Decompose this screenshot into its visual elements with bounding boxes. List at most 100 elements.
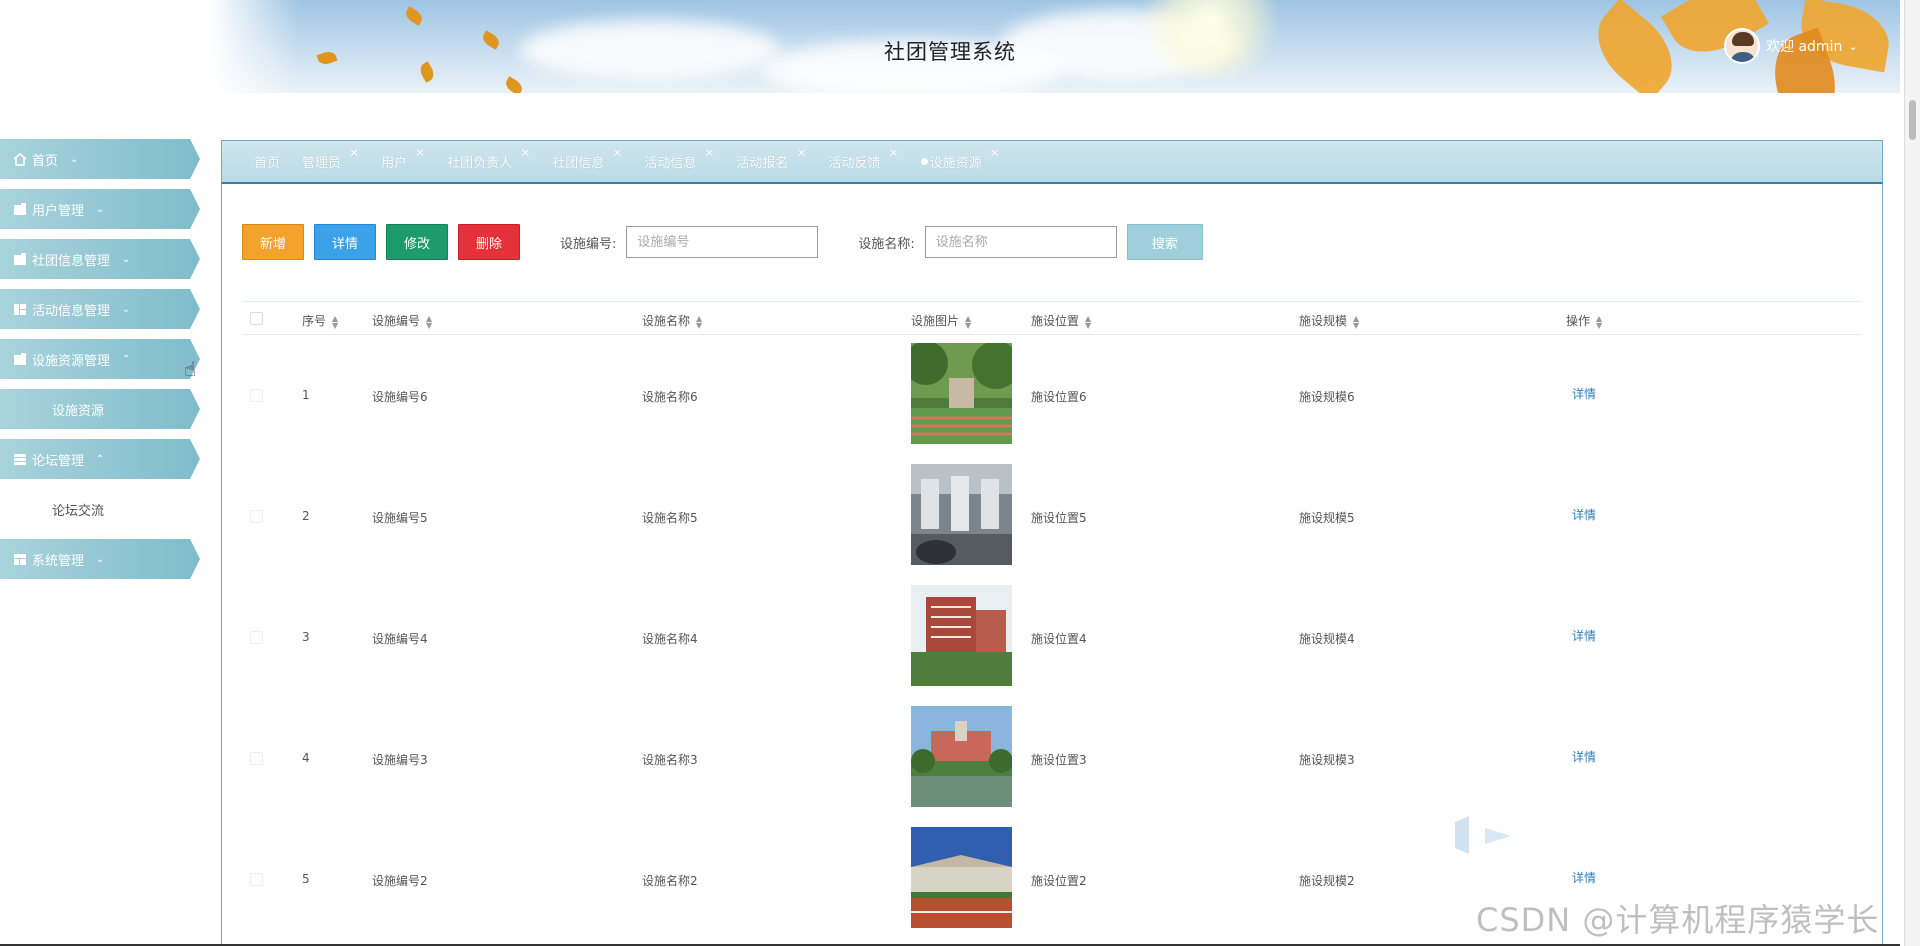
column-header-name[interactable]: 设施名称 ▲ ▼ <box>642 312 702 329</box>
facility-image-garden[interactable] <box>911 343 1012 444</box>
facility-code-input[interactable] <box>626 226 819 258</box>
column-header-actions[interactable]: 操作 ▲ ▼ <box>1566 312 1602 329</box>
sidebar-item-activity-info[interactable]: 活动信息管理 ⌄ <box>0 289 200 329</box>
facility-table: 序号 ▲ ▼ 设施编号 ▲ ▼ 设施名称 ▲ ▼ 设施图片 ▲ ▼ 施设位置 ▲ ▼ 施设规模 ▲ ▼ … <box>242 301 1862 940</box>
close-icon[interactable]: ✕ <box>704 146 714 160</box>
tab-activity-feedback[interactable]: 活动反馈 ✕ <box>828 146 898 171</box>
add-button[interactable]: 新增 <box>242 224 304 260</box>
row-location: 施设位置3 <box>1031 753 1087 767</box>
row-location: 施设位置6 <box>1031 390 1087 404</box>
row-detail-link[interactable]: 详情 <box>1572 627 1596 644</box>
tab-label: 设施资源 <box>929 156 982 171</box>
close-icon[interactable]: ✕ <box>415 146 425 160</box>
column-header-code[interactable]: 设施编号 ▲ ▼ <box>372 312 432 329</box>
sort-icon: ▲ ▼ <box>1596 313 1603 330</box>
row-detail-link[interactable]: 详情 <box>1572 385 1596 402</box>
edit-button[interactable]: 修改 <box>386 224 448 260</box>
row-checkbox[interactable] <box>250 389 263 402</box>
sidebar-item-user-management[interactable]: 用户管理 ⌄ <box>0 189 200 229</box>
sort-icon: ▲ ▼ <box>965 313 972 330</box>
close-icon[interactable]: ✕ <box>889 146 899 160</box>
sidebar-subitem-facility-resources[interactable]: 设施资源 <box>0 389 200 429</box>
select-all-checkbox[interactable] <box>250 312 263 325</box>
tab-club-info[interactable]: 社团信息 ✕ <box>552 146 622 171</box>
tab-activity-signup[interactable]: 活动报名 ✕ <box>736 146 806 171</box>
chevron-down-icon: ⌄ <box>122 303 131 315</box>
leaf-decoration <box>503 76 525 93</box>
club-doc-icon <box>12 252 28 266</box>
table-row[interactable]: 4 设施编号3 设施名称3 施设位置3 施设规模3 详情 <box>242 698 1862 819</box>
avatar <box>1724 28 1760 64</box>
column-header-image[interactable]: 设施图片 ▲ ▼ <box>911 312 971 329</box>
table-row[interactable]: 2 设施编号5 设施名称5 施设位置5 施设规模5 详情 <box>242 456 1862 577</box>
row-location: 施设位置4 <box>1031 632 1087 646</box>
tab-home[interactable]: 首页 <box>254 152 280 171</box>
close-icon[interactable]: ✕ <box>612 146 622 160</box>
sidebar-item-forum-management[interactable]: 论坛管理 ⌃ <box>0 439 200 479</box>
close-icon[interactable]: ✕ <box>520 146 530 160</box>
search-button[interactable]: 搜索 <box>1126 224 1203 260</box>
row-checkbox[interactable] <box>250 873 263 886</box>
row-detail-link[interactable]: 详情 <box>1572 748 1596 765</box>
grid-icon <box>12 302 28 316</box>
close-icon[interactable]: ✕ <box>796 146 806 160</box>
tab-label: 社团负责人 <box>447 156 513 171</box>
sort-icon: ▲ ▼ <box>332 313 339 330</box>
row-detail-link[interactable]: 详情 <box>1572 506 1596 523</box>
row-detail-link[interactable]: 详情 <box>1572 869 1596 886</box>
facility-image-campus[interactable] <box>911 706 1012 807</box>
row-index: 2 <box>302 509 310 523</box>
table-icon <box>12 552 28 566</box>
welcome-text: 欢迎 admin <box>1766 39 1843 55</box>
sidebar-subitem-forum[interactable]: 论坛交流 <box>0 489 200 529</box>
sort-icon: ▲ ▼ <box>696 313 703 330</box>
row-code: 设施编号4 <box>372 632 428 646</box>
row-index: 4 <box>302 751 310 765</box>
table-row[interactable]: 3 设施编号4 设施名称4 施设位置4 施设规模4 详情 <box>242 577 1862 698</box>
row-scale: 施设规模6 <box>1299 390 1355 404</box>
user-menu[interactable]: 欢迎 admin ⌄ <box>1724 28 1858 64</box>
row-code: 设施编号5 <box>372 511 428 525</box>
row-index: 1 <box>302 388 310 402</box>
column-header-scale[interactable]: 施设规模 ▲ ▼ <box>1299 312 1359 329</box>
sidebar-item-facility-management[interactable]: 设施资源管理 ⌃ <box>0 339 200 379</box>
sort-icon: ▲ ▼ <box>1353 313 1360 330</box>
close-icon[interactable]: ✕ <box>990 146 1000 160</box>
row-code: 设施编号2 <box>372 874 428 888</box>
sidebar-item-club-info[interactable]: 社团信息管理 ⌄ <box>0 239 200 279</box>
sidebar-item-home[interactable]: 首页 ⌄ <box>0 139 200 179</box>
tab-activity-info[interactable]: 活动信息 ✕ <box>644 146 714 171</box>
detail-button[interactable]: 详情 <box>314 224 376 260</box>
tab-user[interactable]: 用户 ✕ <box>381 146 425 171</box>
tab-label: 活动信息 <box>644 156 697 171</box>
tab-club-leader[interactable]: 社团负责人 ✕ <box>447 146 530 171</box>
tab-admin[interactable]: 管理员 ✕ <box>302 146 359 171</box>
column-header-index[interactable]: 序号 ▲ ▼ <box>302 312 338 329</box>
sidebar-item-system-management[interactable]: 系统管理 ⌄ <box>0 539 200 579</box>
chevron-down-icon: ⌄ <box>122 253 131 265</box>
chevron-up-icon: ⌃ <box>122 353 131 365</box>
row-name: 设施名称2 <box>642 874 698 888</box>
sidebar-item-label: 用户管理 <box>32 203 85 219</box>
facility-name-input[interactable] <box>924 226 1117 258</box>
row-checkbox[interactable] <box>250 752 263 765</box>
tabs-bar: 首页 管理员 ✕ 用户 ✕ 社团负责人 ✕ 社团信息 ✕ 活动信息 ✕ 活动报名 ✕ 活动反… <box>221 140 1883 184</box>
delete-button[interactable]: 删除 <box>458 224 520 260</box>
leaf-decoration <box>403 6 425 26</box>
close-icon[interactable]: ✕ <box>349 146 359 160</box>
row-checkbox[interactable] <box>250 510 263 523</box>
sidebar-item-label: 首页 <box>32 153 59 169</box>
scrollbar-thumb[interactable] <box>1909 100 1916 140</box>
tab-facility-resources[interactable]: 设施资源 ✕ <box>920 146 1000 171</box>
sidebar-item-label: 论坛管理 <box>32 453 85 469</box>
facility-image-charging[interactable] <box>911 464 1012 565</box>
row-index: 5 <box>302 872 310 886</box>
row-checkbox[interactable] <box>250 631 263 644</box>
column-header-location[interactable]: 施设位置 ▲ ▼ <box>1031 312 1091 329</box>
facility-image-building[interactable] <box>911 585 1012 686</box>
sidebar-subitem-label: 论坛交流 <box>52 503 105 519</box>
page-title: 社团管理系统 <box>884 40 1016 64</box>
facility-image-stadium[interactable] <box>911 827 1012 928</box>
table-row[interactable]: 1 设施编号6 设施名称6 施设位置6 施设规模6 详情 <box>242 335 1862 456</box>
window-scrollbar[interactable] <box>1904 0 1920 946</box>
